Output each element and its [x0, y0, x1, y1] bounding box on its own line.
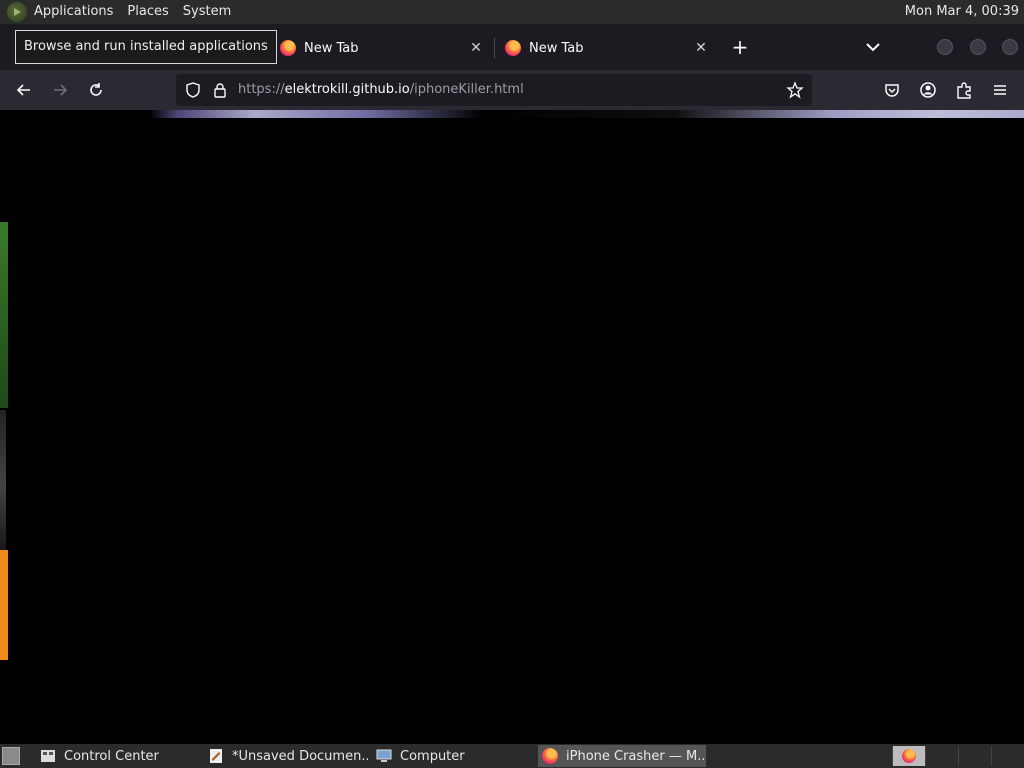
- firefox-icon: [280, 40, 296, 56]
- taskbar-item-unsaved-document[interactable]: *Unsaved Documen...: [204, 745, 368, 767]
- firefox-icon: [505, 40, 521, 56]
- tab-label: New Tab: [529, 40, 584, 56]
- workspace-2[interactable]: [925, 746, 958, 766]
- workspace-switcher[interactable]: [892, 746, 1024, 766]
- close-window-button[interactable]: [1002, 39, 1018, 55]
- applications-menu[interactable]: Applications: [27, 0, 120, 24]
- tab-label: New Tab: [304, 40, 359, 56]
- taskbar-item-label: Computer: [400, 748, 465, 764]
- list-all-tabs-button[interactable]: [862, 36, 884, 58]
- back-arrow-icon: [16, 84, 30, 96]
- lock-icon[interactable]: [211, 81, 229, 99]
- workspace-3[interactable]: [958, 746, 991, 766]
- extensions-icon[interactable]: [954, 80, 974, 100]
- url-bar[interactable]: https://elektrokill.github.io/iphoneKill…: [176, 74, 812, 106]
- back-button[interactable]: [11, 78, 37, 102]
- green-edge-artifact: [0, 222, 8, 408]
- bottom-taskbar: Control Center *Unsaved Documen... Compu…: [0, 744, 1024, 768]
- reload-button[interactable]: [83, 78, 109, 102]
- pocket-icon[interactable]: [882, 80, 902, 100]
- new-tab-button[interactable]: +: [728, 36, 752, 60]
- taskbar-item-iphone-crasher[interactable]: iPhone Crasher — M...: [538, 745, 706, 767]
- app-menu-hamburger-icon[interactable]: [990, 80, 1010, 100]
- workspace-1[interactable]: [892, 746, 925, 766]
- close-tab-icon[interactable]: ✕: [691, 40, 711, 56]
- forward-button[interactable]: [47, 78, 73, 102]
- taskbar-item-computer[interactable]: Computer: [372, 745, 532, 767]
- taskbar-item-label: Control Center: [64, 748, 159, 764]
- tab-separator: [494, 38, 495, 58]
- tracking-protection-shield-icon[interactable]: [184, 81, 202, 99]
- reload-icon: [90, 83, 102, 96]
- mate-logo-icon[interactable]: [7, 2, 27, 22]
- tab-new-tab-2[interactable]: New Tab ✕: [505, 28, 711, 68]
- minimize-window-button[interactable]: [937, 39, 953, 55]
- url-scheme: https://: [238, 82, 285, 97]
- account-icon[interactable]: [918, 80, 938, 100]
- top-panel: Applications Places System Mon Mar 4, 00…: [0, 0, 1024, 24]
- workspace-4[interactable]: [991, 746, 1024, 766]
- page-glow-strip: [150, 110, 1024, 118]
- system-menu[interactable]: System: [176, 0, 238, 24]
- taskbar-item-label: *Unsaved Documen...: [232, 748, 368, 764]
- taskbar-item-control-center[interactable]: Control Center: [36, 745, 196, 767]
- firefox-icon: [902, 749, 916, 763]
- navigation-toolbar: https://elektrokill.github.io/iphoneKill…: [0, 70, 1024, 110]
- close-tab-icon[interactable]: ✕: [466, 40, 486, 56]
- url-path: /iphoneKiller.html: [409, 82, 524, 97]
- text-editor-icon: [210, 749, 222, 763]
- tab-new-tab-1[interactable]: New Tab ✕: [280, 28, 486, 68]
- maximize-window-button[interactable]: [970, 39, 986, 55]
- applications-tooltip: Browse and run installed applications: [15, 30, 277, 64]
- computer-icon: [376, 749, 392, 762]
- panel-clock[interactable]: Mon Mar 4, 00:39: [905, 0, 1019, 24]
- show-desktop-icon[interactable]: [2, 747, 20, 765]
- places-menu[interactable]: Places: [120, 0, 175, 24]
- gray-edge-artifact: [0, 410, 6, 560]
- orange-edge-artifact: [0, 550, 8, 660]
- taskbar-item-label: iPhone Crasher — M...: [566, 748, 706, 764]
- bookmark-star-icon[interactable]: [786, 81, 804, 99]
- firefox-icon: [542, 748, 558, 764]
- url-host: elektrokill.github.io: [284, 82, 410, 97]
- url-text[interactable]: https://elektrokill.github.io/iphoneKill…: [238, 74, 524, 106]
- page-content-area[interactable]: [0, 110, 1024, 744]
- forward-arrow-icon: [54, 84, 68, 96]
- control-center-icon: [41, 750, 55, 762]
